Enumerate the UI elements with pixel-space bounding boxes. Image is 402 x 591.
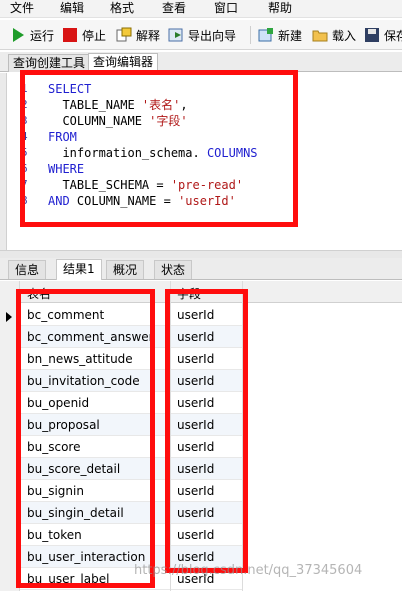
menu-bar: 文件 编辑 格式 查看 窗口 帮助 [0, 0, 402, 18]
load-button[interactable]: 载入 [312, 25, 356, 45]
current-row-pointer-icon [6, 312, 12, 322]
explain-icon [116, 27, 132, 43]
stop-icon [62, 27, 78, 43]
play-icon [10, 27, 26, 43]
menu-file[interactable]: 文件 [10, 1, 34, 16]
annotation-box-table-column [16, 289, 155, 588]
editor-tab-strip: 查询创建工具 查询编辑器 [0, 52, 402, 73]
menu-view[interactable]: 查看 [162, 1, 186, 16]
new-query-icon [258, 27, 274, 43]
folder-icon [312, 27, 328, 43]
new-button[interactable]: 新建 [258, 25, 302, 45]
toolbar: 运行 停止 解释 导出向导 新建 载入 保存 [0, 20, 402, 50]
menu-help[interactable]: 帮助 [268, 1, 292, 16]
menu-window[interactable]: 窗口 [214, 1, 238, 16]
save-button[interactable]: 保存 [364, 25, 402, 45]
watermark: https://blog.csdn.net/qq_37345604 [134, 563, 363, 578]
tab-profile[interactable]: 概况 [106, 260, 145, 279]
editor-splitter[interactable] [0, 250, 402, 258]
tab-status[interactable]: 状态 [154, 260, 193, 279]
run-button[interactable]: 运行 [10, 25, 54, 45]
menu-format[interactable]: 格式 [110, 1, 134, 16]
annotation-box-field-column [165, 289, 248, 573]
explain-button[interactable]: 解释 [116, 25, 160, 45]
menu-edit[interactable]: 编辑 [60, 1, 84, 16]
annotation-box-sql [20, 70, 298, 227]
toolbar-separator [250, 26, 251, 44]
export-icon [168, 27, 184, 43]
result-tab-strip: 信息 结果1 概况 状态 [0, 258, 402, 280]
export-wizard-button[interactable]: 导出向导 [168, 25, 236, 45]
tab-info[interactable]: 信息 [8, 260, 47, 279]
stop-button[interactable]: 停止 [62, 25, 106, 45]
tab-result1[interactable]: 结果1 [56, 259, 102, 280]
save-icon [364, 27, 380, 43]
